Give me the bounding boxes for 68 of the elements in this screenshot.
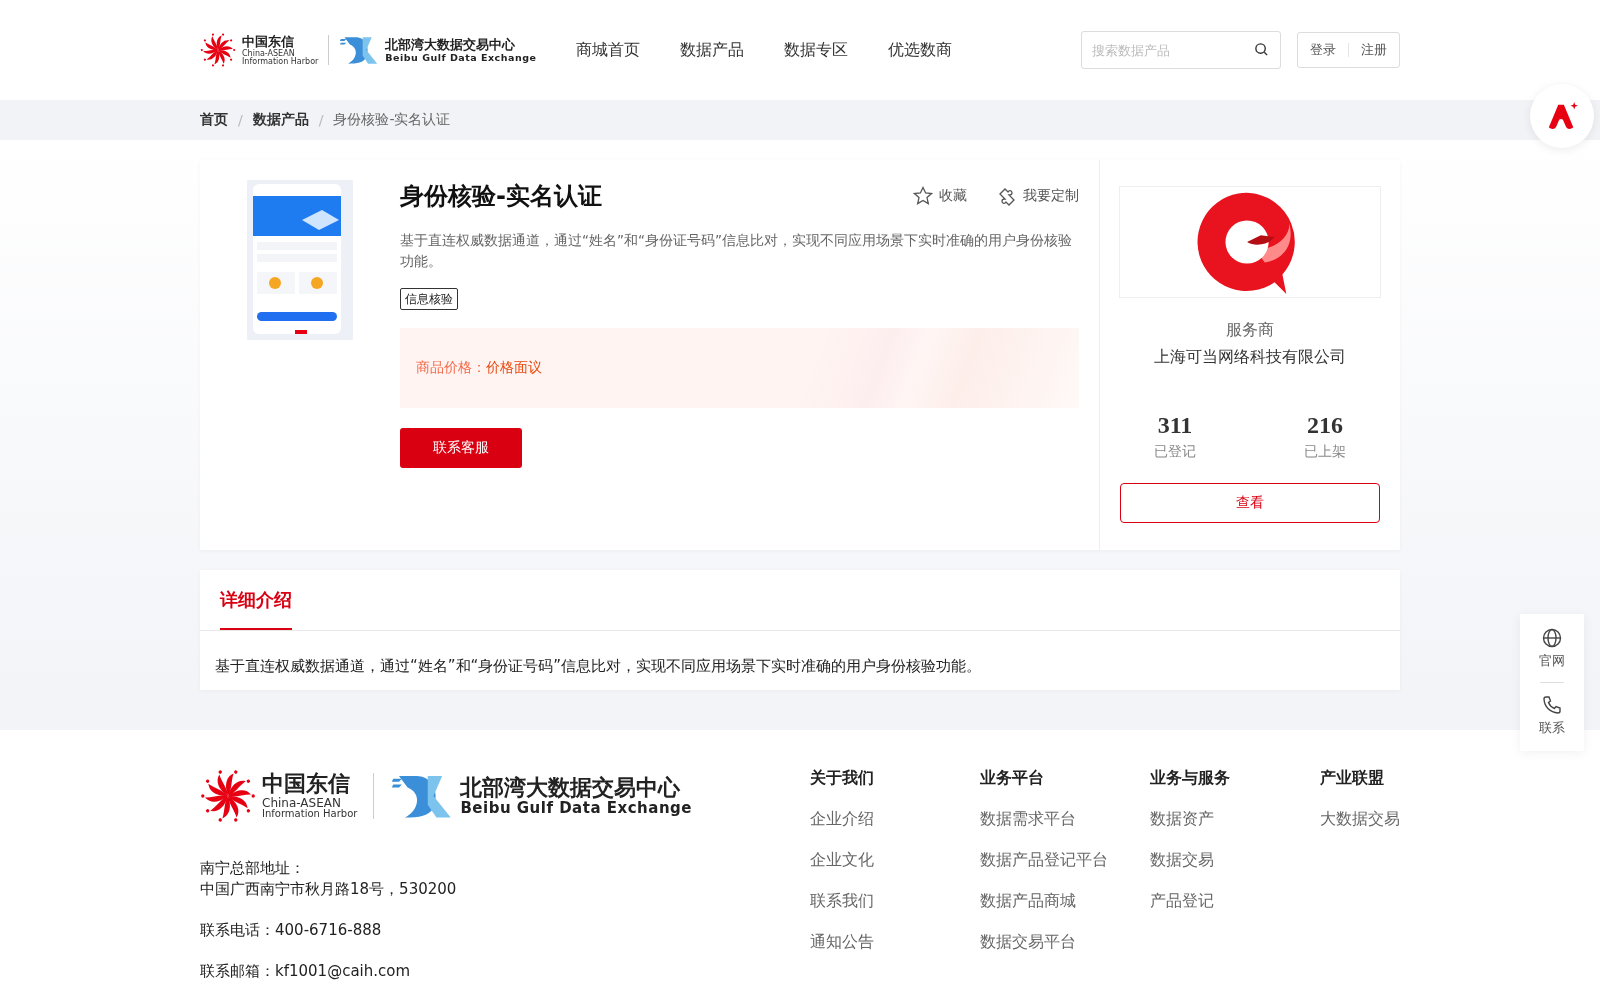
logo-text: Information Harbor	[242, 57, 319, 66]
nav-link[interactable]: 商城首页	[576, 39, 641, 61]
search-field[interactable]: 搜索数据产品	[1081, 31, 1281, 69]
breadcrumb-link[interactable]: 身份核验-实名认证	[333, 111, 451, 129]
logo-text: China-ASEAN	[242, 49, 295, 58]
footer-column-title: 产业联盟	[1320, 768, 1385, 789]
contact-button[interactable]: 联系客服	[400, 428, 522, 468]
footer-link[interactable]: 数据资产	[1150, 809, 1320, 830]
flower-logo-icon	[200, 768, 256, 824]
detail-tab[interactable]: 详细介绍	[220, 570, 292, 630]
price-value: 价格面议	[486, 359, 542, 377]
stat-label: 已登记	[1154, 443, 1196, 461]
stat-value: 311	[1157, 412, 1193, 439]
phone-icon	[1542, 695, 1562, 715]
footer-link[interactable]: 企业介绍	[810, 809, 980, 830]
footer-link[interactable]: 企业文化	[810, 850, 980, 871]
side-tool-button[interactable]: 官网	[1539, 622, 1565, 676]
nav-link[interactable]: 数据产品	[680, 39, 745, 61]
globe-icon	[1542, 628, 1562, 648]
logo-text: Beibu Gulf Data Exchange	[385, 52, 537, 63]
phone-text: 联系电话：400-6716-888	[200, 920, 383, 941]
stat-value: 216	[1307, 412, 1343, 439]
auth-link[interactable]: 登录	[1310, 41, 1336, 59]
footer-link[interactable]: 联系我们	[810, 891, 980, 912]
footer-link[interactable]: 数据交易	[1150, 850, 1320, 871]
logo-text: Information Harbor	[262, 809, 358, 819]
footer-link[interactable]: 数据产品登记平台	[980, 850, 1150, 871]
star-icon	[913, 186, 933, 206]
breadcrumb-separator: /	[238, 112, 243, 128]
logo-text: Beibu Gulf Data Exchange	[460, 800, 692, 816]
product-description: 基于直连权威数据通道，通过“姓名”和“身份证号码”信息比对，实现不同应用场景下实时准确的用户身份核验功能。	[400, 231, 1073, 271]
address-label: 南宁总部地址：	[200, 858, 306, 879]
email-text: 联系邮箱：kf1001@caih.com	[200, 961, 412, 982]
provider-name: 上海可当网络科技有限公司	[1154, 347, 1346, 368]
footer-column-title: 业务平台	[980, 768, 1045, 789]
breadcrumb-link[interactable]: 首页	[200, 111, 228, 129]
product-title: 身份核验-实名认证	[400, 181, 602, 212]
view-button[interactable]: 查看	[1120, 483, 1380, 523]
footer-column-title: 关于我们	[810, 768, 875, 789]
product-tag: 信息核验	[400, 288, 458, 310]
nav-link[interactable]: 数据专区	[784, 39, 849, 61]
action-button[interactable]: 我要定制	[997, 186, 1079, 206]
logo-text: China-ASEAN	[262, 797, 341, 809]
price-label: 商品价格：	[416, 359, 486, 377]
address-text: 中国广西南宁市秋月路18号，530200	[200, 879, 458, 900]
puzzle-icon	[997, 186, 1017, 206]
auth-link[interactable]: 注册	[1361, 41, 1387, 59]
footer-link[interactable]: 大数据交易	[1320, 809, 1400, 830]
footer-link[interactable]: 产品登记	[1150, 891, 1320, 912]
side-tool-button[interactable]: 联系	[1539, 689, 1565, 743]
detail-text: 基于直连权威数据通道，通过“姓名”和“身份证号码”信息比对，实现不同应用场景下实时准确的用户身份核验功能。	[214, 656, 983, 677]
footer-column-title: 业务与服务	[1150, 768, 1231, 789]
footer-link[interactable]: 数据产品商城	[980, 891, 1150, 912]
footer-link[interactable]: 数据交易平台	[980, 932, 1150, 953]
flower-logo-icon	[200, 32, 236, 68]
search-icon[interactable]	[1254, 42, 1269, 57]
logo-text: 中国东信	[262, 773, 351, 795]
footer-link[interactable]: 数据需求平台	[980, 809, 1150, 830]
logo-text: 北部湾大数据交易中心	[385, 37, 517, 51]
nav-link[interactable]: 优选数商	[888, 39, 953, 61]
action-button[interactable]: 收藏	[913, 186, 967, 206]
logo-text: 中国东信	[242, 34, 295, 48]
footer-link[interactable]: 通知公告	[810, 932, 980, 953]
breadcrumb-link[interactable]: 数据产品	[252, 111, 309, 129]
logo-text: 北部湾大数据交易中心	[460, 776, 682, 799]
stat-label: 已上架	[1304, 443, 1346, 461]
provider-heading: 服务商	[1226, 320, 1274, 341]
breadcrumb-separator: /	[318, 112, 324, 128]
